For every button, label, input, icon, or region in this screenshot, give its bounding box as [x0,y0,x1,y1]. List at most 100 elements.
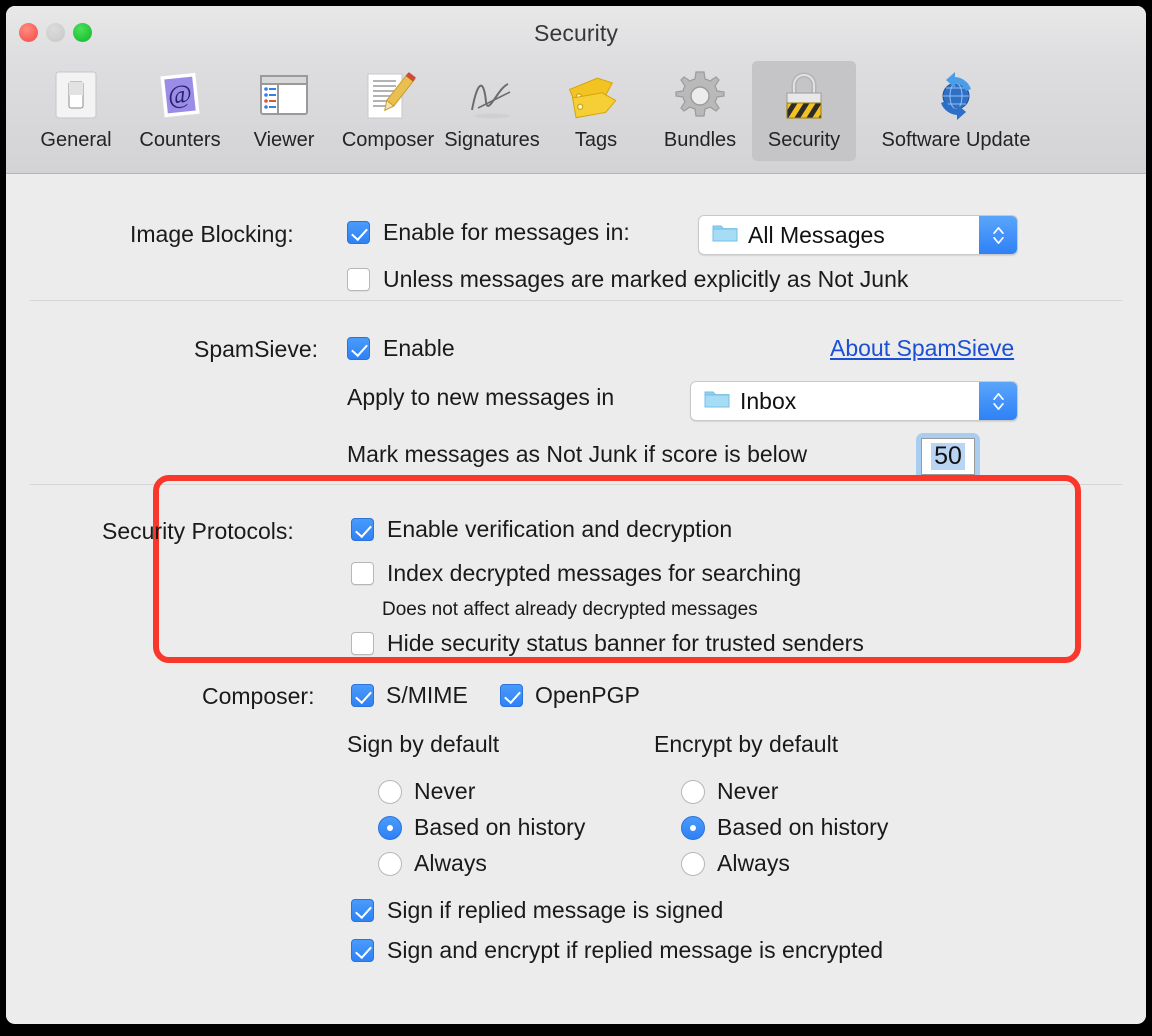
sign-encrypt-if-replied-encrypted-row[interactable]: Sign and encrypt if replied message is e… [351,937,883,964]
tags-icon [544,65,648,127]
toolbar-item-viewer[interactable]: Viewer [232,61,336,161]
security-protocols-label: Security Protocols: [102,518,294,544]
image-blocking-label: Image Blocking: [130,221,294,247]
index-decrypted-messages-checkbox[interactable] [351,562,374,585]
hide-security-banner-label: Hide security status banner for trusted … [387,630,864,656]
toolbar-item-signatures[interactable]: Signatures [440,61,544,161]
security-protocols-note: Does not affect already decrypted messag… [382,599,758,620]
chevron-up-down-icon[interactable] [979,216,1017,254]
security-pane: Image Blocking: Enable for messages in: … [6,174,1146,1023]
spamsieve-apply-folder-value: Inbox [740,387,797,414]
toolbar-item-software-update[interactable]: Software Update [856,61,1056,161]
toolbar-item-label: Security [767,129,841,151]
folder-icon [704,388,730,414]
image-blocking-folder-value: All Messages [748,221,885,248]
sign-if-replied-signed-label: Sign if replied message is signed [387,897,724,923]
spamsieve-score-input[interactable]: 50 [921,438,975,475]
smime-checkbox[interactable] [351,684,374,707]
sign-never-radio[interactable] [378,779,402,804]
sign-never-label: Never [414,778,476,804]
composer-label: Composer: [202,683,315,709]
spamsieve-apply-folder-popup[interactable]: Inbox [690,381,1018,421]
spamsieve-enable-label: Enable [383,335,455,361]
spamsieve-label: SpamSieve: [194,336,319,362]
toolbar-item-security[interactable]: Security [752,61,856,161]
encrypt-always-label: Always [717,850,790,876]
padlock-icon [752,65,856,127]
spamsieve-enable-row[interactable]: Enable [347,335,455,362]
spamsieve-enable-checkbox[interactable] [347,337,370,360]
security-protocols-note-row: Does not affect already decrypted messag… [382,599,758,621]
sign-option-always[interactable]: Always [378,850,487,877]
spamsieve-label-row: SpamSieve: [194,336,318,363]
toolbar-item-general[interactable]: General [24,61,128,161]
toolbar-item-composer[interactable]: Composer [336,61,440,161]
spamsieve-score-label: Mark messages as Not Junk if score is be… [347,441,808,467]
composer-smime-row[interactable]: S/MIME [351,682,468,709]
toolbar-item-tags[interactable]: Tags [544,61,648,161]
spamsieve-apply-label-row: Apply to new messages in [347,384,614,411]
toolbar-item-counters[interactable]: @ Counters [128,61,232,161]
toolbar-item-label: Bundles [663,129,737,151]
toolbar-item-bundles[interactable]: Bundles [648,61,752,161]
sign-option-based-on-history[interactable]: Based on history [378,814,585,841]
toolbar-item-label: Composer [341,129,435,151]
title-bar: Security [6,6,1146,58]
window-title: Security [534,20,618,46]
chevron-up-down-icon[interactable] [979,382,1017,420]
sign-option-never[interactable]: Never [378,778,475,805]
encrypt-by-default-title: Encrypt by default [654,731,839,757]
signature-icon [440,65,544,127]
smime-label: S/MIME [386,682,468,708]
unless-not-junk-checkbox[interactable] [347,268,370,291]
security-protocol-row-1[interactable]: Index decrypted messages for searching [351,560,801,587]
encrypt-option-based-on-history[interactable]: Based on history [681,814,888,841]
sign-encrypt-if-replied-encrypted-checkbox[interactable] [351,939,374,962]
enable-image-blocking-checkbox[interactable] [347,221,370,244]
document-pencil-icon [336,65,440,127]
sign-if-replied-signed-checkbox[interactable] [351,899,374,922]
openpgp-label: OpenPGP [535,682,640,708]
sign-by-default-title: Sign by default [347,731,500,757]
index-decrypted-messages-label: Index decrypted messages for searching [387,560,802,586]
sign-if-replied-signed-row[interactable]: Sign if replied message is signed [351,897,723,924]
image-blocking-folder-popup[interactable]: All Messages [698,215,1018,255]
separator-top [30,300,1122,301]
toolbar-item-label: Counters [139,129,221,151]
hide-security-banner-checkbox[interactable] [351,632,374,655]
toolbar-item-label: Software Update [881,129,1031,151]
sign-always-label: Always [414,850,487,876]
stamp-at-icon: @ [128,65,232,127]
encrypt-never-radio[interactable] [681,779,705,804]
openpgp-checkbox[interactable] [500,684,523,707]
spamsieve-score-field-focus-ring: 50 [916,433,980,480]
toolbar-item-label: Signatures [444,129,540,151]
enable-verification-decryption-label: Enable verification and decryption [387,516,733,542]
enable-image-blocking-label: Enable for messages in: [383,219,630,245]
encrypt-option-never[interactable]: Never [681,778,778,805]
sign-based-on-history-label: Based on history [414,814,586,840]
encrypt-option-always[interactable]: Always [681,850,790,877]
encrypt-based-on-history-radio[interactable] [681,815,705,840]
composer-openpgp-row[interactable]: OpenPGP [500,682,640,709]
encrypt-based-on-history-label: Based on history [717,814,889,840]
image-blocking-unless-row[interactable]: Unless messages are marked explicitly as… [347,266,908,293]
security-protocols-label-row: Security Protocols: [102,518,294,545]
security-protocol-row-2[interactable]: Hide security status banner for trusted … [351,630,864,657]
enable-verification-decryption-checkbox[interactable] [351,518,374,541]
encrypt-always-radio[interactable] [681,851,705,876]
preferences-window: Security General @ Counters Viewer Compo… [6,6,1146,1024]
spamsieve-score-value: 50 [931,443,965,470]
toolbar-item-label: Tags [574,129,618,151]
encrypt-by-default-title-row: Encrypt by default [654,731,838,758]
spamsieve-score-label-row: Mark messages as Not Junk if score is be… [347,441,807,468]
image-blocking-enable-row[interactable]: Enable for messages in: [347,219,630,246]
preferences-toolbar: General @ Counters Viewer Composer Signa… [6,58,1146,174]
about-spamsieve-link[interactable]: About SpamSieve [830,335,1014,362]
about-spamsieve-row[interactable]: About SpamSieve [830,335,1014,362]
sign-based-on-history-radio[interactable] [378,815,402,840]
security-protocol-row-0[interactable]: Enable verification and decryption [351,516,732,543]
toolbar-item-label: General [40,129,112,151]
window-list-icon [232,65,336,127]
sign-always-radio[interactable] [378,851,402,876]
